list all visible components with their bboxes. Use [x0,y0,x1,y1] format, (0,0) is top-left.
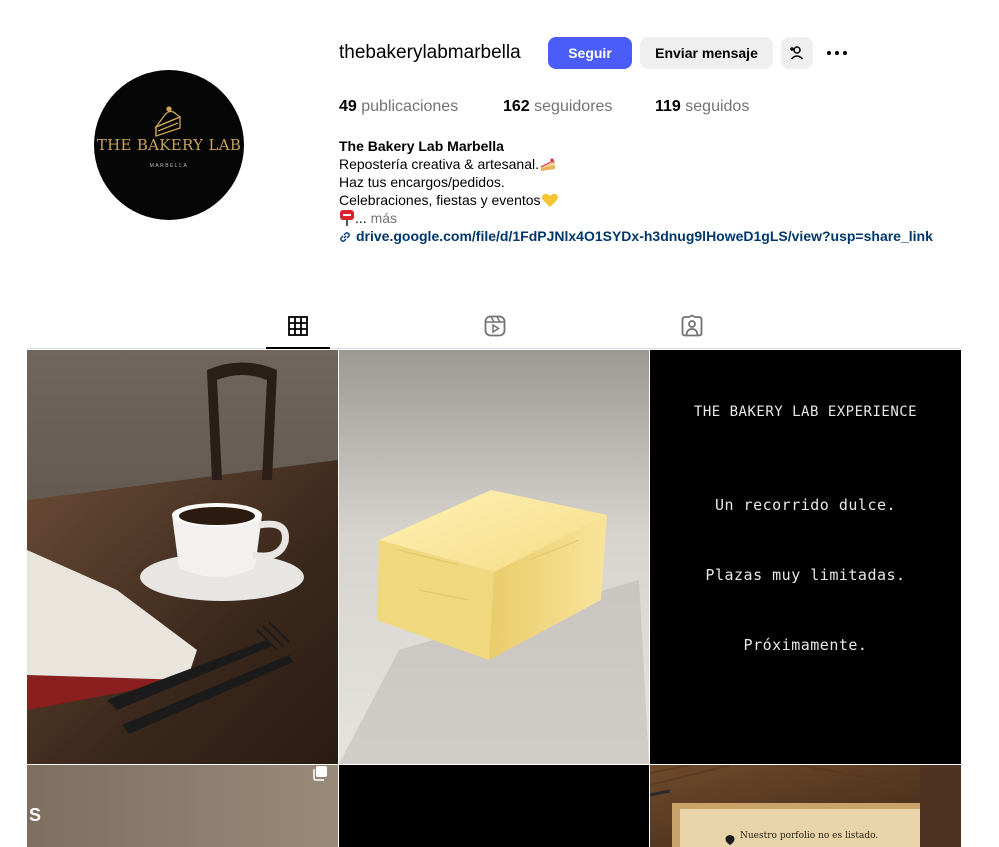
logo-subtitle: MARBELLA [149,163,189,169]
more-options-button[interactable] [825,41,849,65]
logo-title: THE BAKERY LAB [96,136,242,154]
yellow-heart-emoji [541,193,558,207]
more-horizontal-icon [827,51,847,55]
bio-line-4: ... más [339,209,933,227]
active-tab-indicator [266,347,330,349]
beige-photo [27,765,338,847]
following-count-value: 119 [655,98,681,115]
followers-count-value: 162 [503,98,530,115]
following-count-label: seguidos [685,98,750,115]
bio-link-text: drive.google.com/file/d/1FdPJNlx4O1SYDx-… [356,228,933,244]
experience-line-1: Un recorrido dulce. [714,496,897,514]
person-add-icon [790,46,804,60]
experience-title: THE BAKERY LAB EXPERIENCE [693,404,918,420]
reels-icon [484,315,506,337]
tabs-divider [27,348,961,349]
bio-line-3-text: Celebraciones, fiestas y eventos [339,192,541,208]
postbox-emoji [340,210,354,226]
grid-icon [288,316,308,336]
link-icon [340,232,350,242]
bio-external-link[interactable]: drive.google.com/file/d/1FdPJNlx4O1SYDx-… [339,227,933,245]
follow-button[interactable]: Seguir [548,37,632,69]
experience-line-3: Próximamente. [743,636,868,654]
send-message-button[interactable]: Enviar mensaje [640,37,773,69]
carousel-icon [313,766,327,781]
bio-name: The Bakery Lab Marbella [339,138,504,154]
followers-count-label: seguidores [534,98,613,115]
post-4-text: S [29,805,42,825]
suggest-user-button[interactable] [781,37,813,69]
bio-line-2: Haz tus encargos/pedidos. [339,174,505,190]
coffee-cup-photo [27,350,338,764]
bio-line-1-text: Repostería creativa & artesanal. [339,156,539,172]
post-tile-4[interactable]: S [27,765,338,847]
note-text: Nuestro porfolio no es listado. [740,831,879,841]
bio-line-1: Repostería creativa & artesanal. [339,155,933,173]
following-count[interactable]: 119 seguidos [655,97,749,117]
profile-avatar[interactable]: THE BAKERY LAB MARBELLA [94,70,244,220]
posts-count-label: publicaciones [361,98,459,115]
post-tile-1[interactable] [27,350,338,764]
posts-count: 49 publicaciones [339,97,458,117]
post-tile-2[interactable] [339,350,649,764]
cake-slice-icon [154,106,182,137]
tab-posts[interactable] [286,314,310,338]
bio-ellipsis: ... [355,210,367,226]
post-tile-6[interactable]: Nuestro porfolio no es listado. [650,765,961,847]
profile-username: thebakerylabmarbella [339,42,521,63]
butter-photo [339,350,649,764]
cake-emoji [540,158,555,171]
post-tile-3[interactable]: THE BAKERY LAB EXPERIENCE Un recorrido d… [650,350,961,764]
tab-tagged[interactable] [680,314,704,338]
tab-reels[interactable] [483,314,507,338]
experience-line-2: Plazas muy limitadas. [705,566,906,584]
profile-bio: The Bakery Lab Marbella Repostería creat… [339,137,933,245]
post-tile-5[interactable] [339,765,649,847]
posts-count-value: 49 [339,98,357,115]
tagged-icon [681,314,703,337]
bio-more-link[interactable]: más [371,210,397,226]
followers-count[interactable]: 162 seguidores [503,97,612,117]
bio-line-3: Celebraciones, fiestas y eventos [339,191,933,209]
